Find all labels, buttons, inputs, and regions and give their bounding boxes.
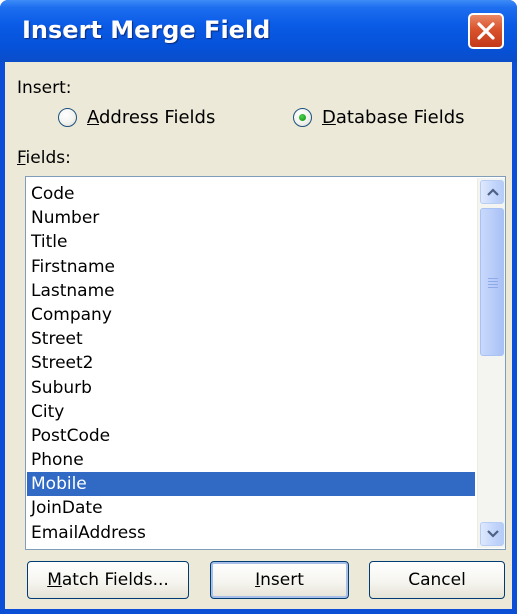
- field-list-item[interactable]: JoinDate: [27, 496, 475, 520]
- field-list-item[interactable]: Lastname: [27, 279, 475, 303]
- database-fields-label: Database Fields: [322, 107, 465, 128]
- close-button[interactable]: [468, 13, 504, 49]
- radio-selected-icon: [293, 108, 312, 127]
- field-list-item[interactable]: EmailAddress: [27, 521, 475, 545]
- scroll-down-button[interactable]: [480, 522, 504, 546]
- cancel-button[interactable]: Cancel: [369, 561, 505, 599]
- field-list-item[interactable]: PostCode: [27, 424, 475, 448]
- field-list-item[interactable]: Street: [27, 327, 475, 351]
- chevron-down-icon: [487, 530, 499, 538]
- address-fields-radio[interactable]: Address Fields: [58, 107, 215, 128]
- close-x-icon: [477, 22, 495, 40]
- field-list-item[interactable]: Phone: [27, 448, 475, 472]
- title-bar[interactable]: Insert Merge Field: [0, 0, 517, 62]
- scroll-up-button[interactable]: [480, 180, 504, 204]
- field-list-item[interactable]: Number: [27, 206, 475, 230]
- field-list-item[interactable]: Street2: [27, 351, 475, 375]
- field-list-item[interactable]: Company: [27, 303, 475, 327]
- field-list-item[interactable]: Firstname: [27, 255, 475, 279]
- insert-button[interactable]: Insert: [210, 561, 349, 599]
- field-list-item[interactable]: Code: [27, 182, 475, 206]
- scroll-thumb[interactable]: [480, 208, 504, 356]
- chevron-up-icon: [487, 188, 499, 196]
- insert-merge-field-dialog: Insert Merge Field Insert: Address Field…: [0, 0, 517, 614]
- field-list-item[interactable]: City: [27, 400, 475, 424]
- fields-listbox[interactable]: Code Number Title Firstname Lastname Company S…: [25, 176, 506, 550]
- radio-unselected-icon: [58, 108, 77, 127]
- field-list-item[interactable]: Mobile: [27, 472, 475, 497]
- address-fields-label: Address Fields: [87, 107, 216, 128]
- match-fields-button[interactable]: Match Fields...: [27, 561, 189, 599]
- dialog-body: Insert: Address Fields Database Fields F…: [5, 62, 512, 609]
- database-fields-radio[interactable]: Database Fields: [293, 107, 465, 128]
- fields-label: Fields:: [17, 148, 71, 168]
- dialog-title: Insert Merge Field: [22, 16, 271, 44]
- fields-list: Code Number Title Firstname Lastname Company S…: [27, 182, 475, 545]
- insert-group-label: Insert:: [17, 78, 72, 98]
- field-list-item[interactable]: Title: [27, 230, 475, 254]
- field-list-item[interactable]: Suburb: [27, 376, 475, 400]
- fields-scrollbar[interactable]: [477, 178, 505, 548]
